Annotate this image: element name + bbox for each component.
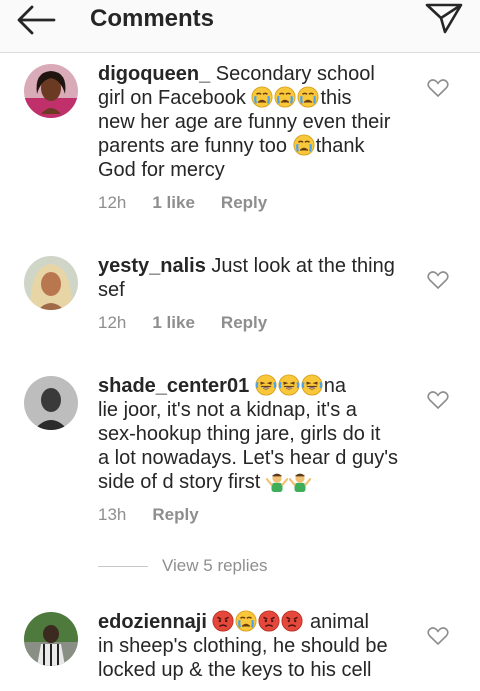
angry-emoji-icon <box>281 610 303 632</box>
crying-emoji-icon <box>274 86 296 108</box>
comment-text: God for mercy <box>98 159 225 181</box>
avatar[interactable] <box>24 64 78 118</box>
send-icon <box>425 3 463 34</box>
comment-meta: 12h 1 like Reply <box>98 312 293 334</box>
heart-icon[interactable] <box>427 78 449 98</box>
replies-divider <box>98 566 148 567</box>
reply-button[interactable]: Reply <box>152 505 198 524</box>
avatar[interactable] <box>24 256 78 310</box>
comment-text: girl on Facebook <box>98 87 246 109</box>
heart-icon[interactable] <box>427 390 449 410</box>
avatar[interactable] <box>24 376 78 430</box>
likes-count[interactable]: 1 like <box>152 313 195 332</box>
comment-time: 12h <box>98 193 127 212</box>
comment-text: lie joor, it's not a kidnap, it's a <box>98 399 357 421</box>
crying-emoji-icon <box>235 610 257 632</box>
comment-text: this <box>320 87 352 109</box>
angry-emoji-icon <box>258 610 280 632</box>
shrug-emoji-icon <box>289 470 311 492</box>
back-arrow-icon <box>17 5 56 35</box>
comment-text: side of d story first <box>98 471 261 493</box>
comment-username[interactable]: digoqueen_ <box>98 63 210 85</box>
comment-username[interactable]: yesty_nalis <box>98 255 206 277</box>
comment-meta: 12h 1 like Reply <box>98 192 293 214</box>
comment-text: Secondary school <box>215 63 375 85</box>
laughing-emoji-icon <box>278 374 300 396</box>
avatar[interactable] <box>24 612 78 666</box>
likes-count[interactable]: 1 like <box>152 193 195 212</box>
comment-text: sef <box>98 279 125 301</box>
crying-emoji-icon <box>293 134 315 156</box>
comment-text: in sheep's clothing, he should be <box>98 635 388 657</box>
comment-text: animal <box>310 611 369 633</box>
comment-time: 12h <box>98 313 127 332</box>
comment-text: Just look at the thing <box>211 255 395 277</box>
heart-icon[interactable] <box>427 626 449 646</box>
comment-username[interactable]: edoziennaji <box>98 611 207 633</box>
heart-icon[interactable] <box>427 270 449 290</box>
comment-text: a lot nowadays. Let's hear d guy's <box>98 447 399 469</box>
comment-text: parents are funny too <box>98 135 288 157</box>
laughing-emoji-icon <box>301 374 323 396</box>
comment-text: thank <box>315 135 365 157</box>
comment-text: locked up & the keys to his cell <box>98 659 372 681</box>
reply-button[interactable]: Reply <box>221 193 267 212</box>
view-replies-text[interactable]: View 5 replies <box>162 556 268 576</box>
comment-text: new her age are funny even their <box>98 111 391 133</box>
angry-emoji-icon <box>212 610 234 632</box>
send-button[interactable] <box>424 0 464 36</box>
comment-username[interactable]: shade_center01 <box>98 375 249 397</box>
crying-emoji-icon <box>297 86 319 108</box>
comment-text: sex-hookup thing jare, girls do it <box>98 423 381 445</box>
comment-meta: 13h Reply <box>98 504 225 526</box>
crying-emoji-icon <box>251 86 273 108</box>
back-button[interactable] <box>14 3 60 37</box>
shrug-emoji-icon <box>266 470 288 492</box>
comment-text: na <box>323 375 347 397</box>
page-title: Comments <box>90 5 215 32</box>
reply-button[interactable]: Reply <box>221 313 267 332</box>
header-bar: Comments <box>0 0 480 53</box>
laughing-emoji-icon <box>255 374 277 396</box>
comment-time: 13h <box>98 505 127 524</box>
